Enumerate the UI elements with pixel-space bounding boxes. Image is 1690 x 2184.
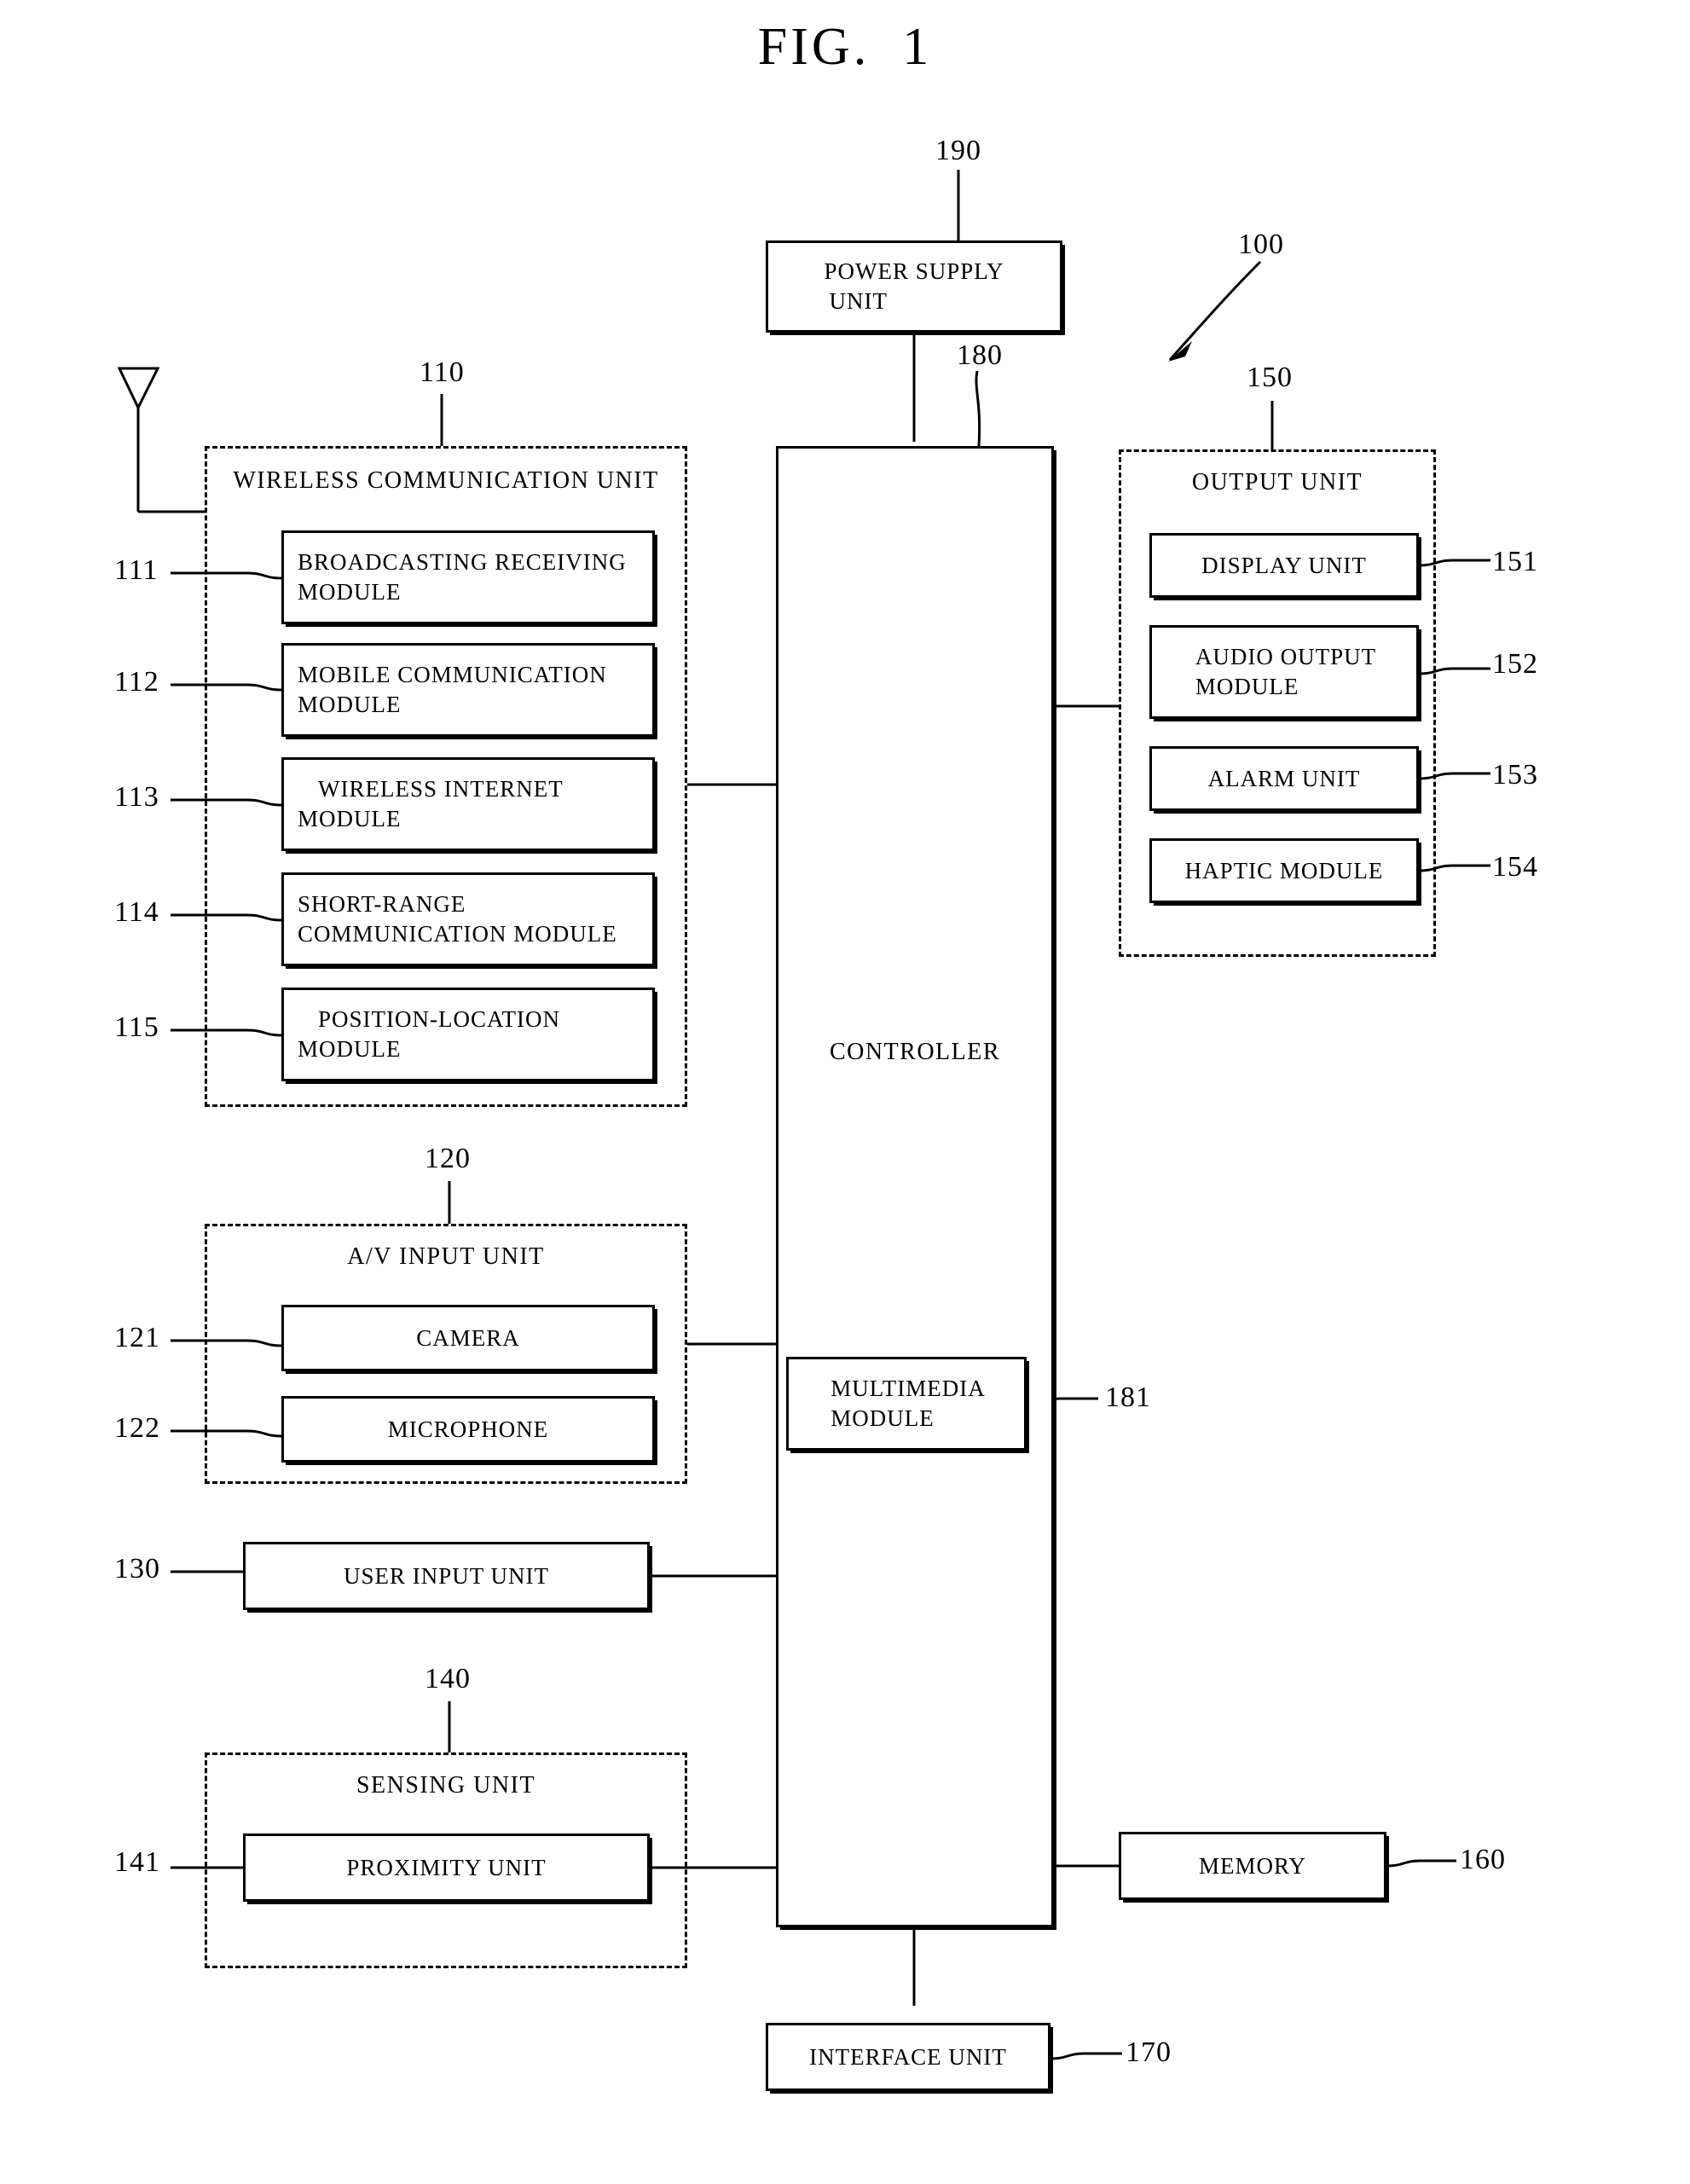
broadcasting-line-1: BROADCASTING RECEIVING — [298, 549, 627, 576]
short-range-communication-module-box[interactable]: SHORT-RANGE COMMUNICATION MODULE — [281, 872, 655, 966]
ref-154: 154 — [1492, 851, 1538, 883]
ref-114: 114 — [114, 896, 159, 928]
ref-170: 170 — [1126, 2036, 1172, 2068]
multimedia-line-1: MULTIMEDIA — [831, 1376, 986, 1402]
display-unit-box[interactable]: DISPLAY UNIT — [1149, 533, 1419, 598]
leader-170 — [1050, 2052, 1122, 2060]
alarm-unit-box[interactable]: ALARM UNIT — [1149, 746, 1419, 811]
wireless-internet-line-1: WIRELESS INTERNET — [318, 776, 564, 802]
ref-160: 160 — [1460, 1844, 1506, 1875]
leader-180 — [975, 370, 981, 447]
ref-121: 121 — [114, 1322, 160, 1353]
ref-111: 111 — [114, 554, 159, 586]
ref-141: 141 — [114, 1846, 160, 1878]
leader-160 — [1386, 1859, 1456, 1868]
mobile-communication-module-box[interactable]: MOBILE COMMUNICATION MODULE — [281, 643, 655, 737]
ref-110: 110 — [420, 356, 465, 388]
audio-output-line-2: MODULE — [1195, 674, 1299, 699]
power-supply-unit-box[interactable]: POWER SUPPLY UNIT — [766, 240, 1062, 333]
camera-box[interactable]: CAMERA — [281, 1305, 655, 1371]
ref-190: 190 — [935, 135, 981, 166]
microphone-box[interactable]: MICROPHONE — [281, 1396, 655, 1463]
mobile-comm-line-1: MOBILE COMMUNICATION — [298, 662, 607, 688]
ref-115: 115 — [114, 1011, 159, 1043]
interface-unit-box[interactable]: INTERFACE UNIT — [766, 2023, 1050, 2091]
display-unit-label: DISPLAY UNIT — [1201, 552, 1367, 578]
alarm-unit-label: ALARM UNIT — [1207, 765, 1361, 791]
antenna-icon — [117, 367, 160, 411]
ref-150: 150 — [1247, 362, 1293, 393]
multimedia-module-box[interactable]: MULTIMEDIA MODULE — [786, 1357, 1027, 1451]
ref-113: 113 — [114, 781, 159, 813]
power-supply-line-2: UNIT — [829, 288, 888, 314]
ref-153: 153 — [1492, 759, 1538, 791]
mobile-comm-line-2: MODULE — [298, 692, 402, 717]
audio-output-module-box[interactable]: AUDIO OUTPUT MODULE — [1149, 625, 1419, 719]
position-location-line-1: POSITION-LOCATION — [318, 1006, 560, 1033]
controller-label: CONTROLLER — [829, 1039, 1001, 1065]
figure-number: 1 — [902, 18, 933, 76]
controller-box[interactable]: CONTROLLER — [776, 446, 1054, 1927]
wireless-internet-module-box[interactable]: WIRELESS INTERNET MODULE — [281, 757, 655, 851]
broadcasting-line-2: MODULE — [298, 579, 402, 605]
camera-label: CAMERA — [416, 1324, 520, 1351]
broadcasting-receiving-module-box[interactable]: BROADCASTING RECEIVING MODULE — [281, 530, 655, 624]
wireless-communication-unit-title: WIRELESS COMMUNICATION UNIT — [233, 467, 659, 494]
user-input-unit-box[interactable]: USER INPUT UNIT — [243, 1542, 650, 1610]
arrowhead-100 — [1168, 341, 1192, 362]
ref-152: 152 — [1492, 648, 1538, 680]
ref-181: 181 — [1105, 1382, 1151, 1413]
ref-112: 112 — [114, 666, 159, 698]
figure-label: FIG. — [757, 18, 871, 76]
ref-122: 122 — [114, 1412, 160, 1444]
av-input-unit-title: A/V INPUT UNIT — [347, 1243, 545, 1270]
leader-100 — [1168, 260, 1262, 361]
ref-151: 151 — [1492, 546, 1538, 577]
ref-140: 140 — [425, 1663, 471, 1694]
patent-figure-canvas: FIG. 1 POWER SUPPLY UNIT 190 100 CONTROL… — [0, 0, 1690, 2184]
position-location-line-2: MODULE — [298, 1036, 402, 1062]
microphone-label: MICROPHONE — [387, 1416, 549, 1442]
audio-output-line-1: AUDIO OUTPUT — [1195, 644, 1377, 670]
memory-label: MEMORY — [1198, 1852, 1307, 1879]
short-range-line-2: COMMUNICATION MODULE — [298, 921, 617, 947]
position-location-module-box[interactable]: POSITION-LOCATION MODULE — [281, 988, 655, 1081]
short-range-line-1: SHORT-RANGE — [298, 891, 466, 918]
haptic-module-label: HAPTIC MODULE — [1184, 857, 1384, 883]
ref-100: 100 — [1238, 229, 1284, 260]
proximity-unit-box[interactable]: PROXIMITY UNIT — [243, 1834, 650, 1902]
power-supply-line-1: POWER SUPPLY — [824, 258, 1004, 285]
interface-unit-label: INTERFACE UNIT — [809, 2043, 1007, 2070]
ref-130: 130 — [114, 1553, 160, 1584]
haptic-module-box[interactable]: HAPTIC MODULE — [1149, 838, 1419, 903]
user-input-unit-label: USER INPUT UNIT — [343, 1562, 549, 1589]
proximity-unit-label: PROXIMITY UNIT — [346, 1854, 547, 1880]
sensing-unit-title: SENSING UNIT — [356, 1772, 536, 1799]
memory-box[interactable]: MEMORY — [1119, 1832, 1386, 1900]
ref-180: 180 — [957, 339, 1003, 371]
multimedia-line-2: MODULE — [831, 1405, 935, 1431]
wireless-internet-line-2: MODULE — [298, 806, 402, 831]
output-unit-title: OUTPUT UNIT — [1191, 469, 1363, 495]
figure-title: FIG. 1 — [0, 17, 1690, 78]
ref-120: 120 — [425, 1143, 471, 1174]
